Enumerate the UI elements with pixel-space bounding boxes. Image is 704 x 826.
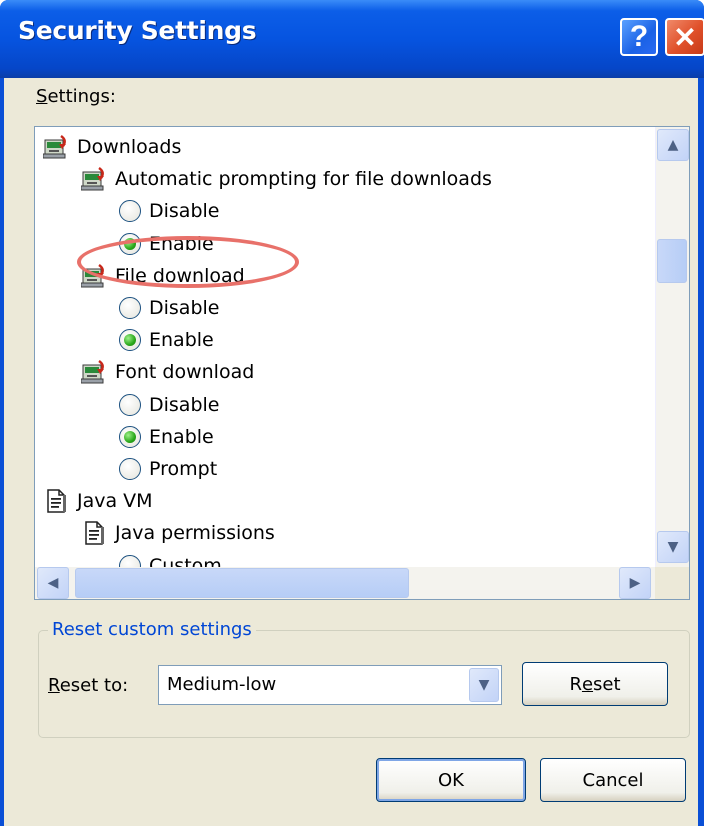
setting-label: Automatic prompting for file downloads xyxy=(115,168,492,191)
scroll-left-button[interactable]: ◀ xyxy=(37,567,69,599)
document-icon xyxy=(43,488,69,514)
document-icon xyxy=(81,520,107,546)
setting-category: Downloads xyxy=(42,131,182,163)
help-button[interactable]: ? xyxy=(620,18,658,56)
radio-checked[interactable] xyxy=(119,425,141,448)
reset-group-title: Reset custom settings xyxy=(48,619,256,640)
window-title: Security Settings xyxy=(18,16,257,45)
setting-option[interactable]: Enable xyxy=(119,324,214,356)
reset-button-text-b: set xyxy=(593,673,621,695)
reset-level-value: Medium-low xyxy=(167,674,277,695)
close-button[interactable]: ✕ xyxy=(665,18,704,56)
cancel-button[interactable]: Cancel xyxy=(540,758,686,802)
setting-label: Enable xyxy=(149,425,214,448)
reset-to-mnemonic: R xyxy=(48,675,60,696)
setting-label: Disable xyxy=(149,297,220,319)
highlight-annotation xyxy=(77,236,299,288)
scroll-down-button[interactable]: ▼ xyxy=(657,531,689,563)
setting-label: Java permissions xyxy=(115,522,275,545)
setting-option[interactable]: Disable xyxy=(119,389,219,421)
setting-option[interactable]: Disable xyxy=(119,195,219,227)
setting-label: Font download xyxy=(115,361,255,384)
reset-button-mnemonic: e xyxy=(581,673,594,695)
dialog-body: Settings: Downloads Automatic prompting f… xyxy=(4,78,698,826)
setting-option[interactable]: Prompt xyxy=(119,453,217,485)
setting-label: Prompt xyxy=(149,458,218,480)
setting-label: Enable xyxy=(149,329,214,352)
setting-label: Disable xyxy=(149,393,220,416)
settings-label: Settings: xyxy=(36,86,116,107)
scroll-right-button[interactable]: ▶ xyxy=(619,567,651,599)
reset-level-select[interactable]: Medium-low ▼ xyxy=(158,665,502,705)
setting-category: Automatic prompting for file downloads xyxy=(80,163,492,195)
downloads-icon xyxy=(80,166,107,192)
setting-label: Downloads xyxy=(77,136,182,158)
reset-button[interactable]: Re set xyxy=(522,662,668,706)
security-settings-window: Security Settings ? ✕ Settings: Download… xyxy=(0,0,704,826)
downloads-icon xyxy=(42,134,69,160)
horizontal-scroll-thumb[interactable] xyxy=(75,568,409,598)
chevron-down-icon[interactable]: ▼ xyxy=(469,668,499,702)
radio-unchecked[interactable] xyxy=(119,458,141,480)
reset-to-text: eset to: xyxy=(59,675,129,696)
setting-label: Disable xyxy=(149,200,220,223)
setting-category: Font download xyxy=(80,356,255,388)
radio-checked[interactable] xyxy=(119,329,141,352)
vertical-scrollbar[interactable]: ▲ ▼ xyxy=(655,127,689,567)
radio-unchecked[interactable] xyxy=(119,393,141,416)
settings-tree-list: Downloads Automatic prompting for file do… xyxy=(35,127,655,577)
reset-button-text-a: R xyxy=(569,673,582,695)
setting-option[interactable]: Disable xyxy=(119,292,219,324)
radio-unchecked[interactable] xyxy=(119,297,141,319)
setting-label: Java VM xyxy=(77,490,153,513)
downloads-icon xyxy=(80,359,107,385)
horizontal-scrollbar[interactable]: ◀ ▶ xyxy=(35,567,655,599)
scrollbar-corner xyxy=(655,567,689,599)
vertical-scroll-thumb[interactable] xyxy=(657,239,687,283)
setting-option[interactable]: Enable xyxy=(119,421,214,453)
reset-to-label: Reset to: xyxy=(48,675,128,696)
ok-button[interactable]: OK xyxy=(376,758,526,802)
scroll-up-button[interactable]: ▲ xyxy=(657,129,689,161)
settings-tree[interactable]: Downloads Automatic prompting for file do… xyxy=(34,126,690,600)
settings-label-text: ettings: xyxy=(47,86,116,107)
radio-unchecked[interactable] xyxy=(119,200,141,223)
title-bar[interactable]: Security Settings ? ✕ xyxy=(0,0,704,78)
setting-category: Java VM xyxy=(43,485,153,517)
settings-label-mnemonic: S xyxy=(36,86,48,107)
setting-category: Java permissions xyxy=(81,517,275,549)
